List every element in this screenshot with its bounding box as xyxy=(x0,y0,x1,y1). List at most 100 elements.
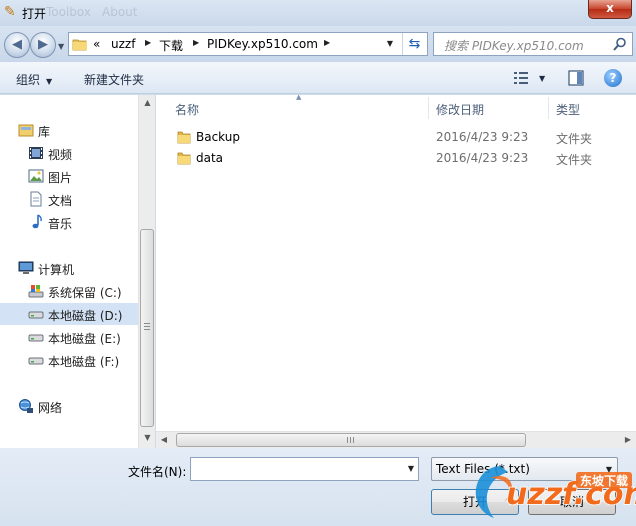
breadcrumb-overflow[interactable]: « xyxy=(93,37,100,51)
sidebar-item-videos[interactable]: 视频 xyxy=(0,142,138,164)
search-box[interactable]: 搜索 PIDKey.xp510.com xyxy=(433,32,633,56)
back-button[interactable]: ◀ xyxy=(4,32,30,58)
sidebar-item-label: 视频 xyxy=(48,148,73,162)
sidebar-item-label: 计算机 xyxy=(38,263,75,277)
sidebar-scrollbar[interactable]: ▲ ▼ xyxy=(138,95,155,448)
breadcrumb-uzzf[interactable]: uzzf xyxy=(111,37,135,51)
column-label: 名称 xyxy=(175,103,200,117)
sidebar-item-libraries[interactable]: 库 xyxy=(0,119,138,141)
organize-button[interactable]: 组织 ▼ xyxy=(16,71,52,88)
file-list-hscrollbar[interactable]: ◀ ▶ xyxy=(156,431,636,448)
computer-icon xyxy=(18,261,34,274)
column-header-date[interactable]: 修改日期 xyxy=(429,95,549,120)
folder-icon xyxy=(72,39,87,51)
chevron-right-icon[interactable]: ▶ xyxy=(193,38,199,47)
chevron-down-icon[interactable]: ▼ xyxy=(539,74,545,83)
column-label: 修改日期 xyxy=(436,103,485,117)
command-toolbar: 组织 ▼ 新建文件夹 ▼ ? xyxy=(0,62,636,94)
navigation-pane: 库 视频 图片 文档 音乐 计算机 系统保留 (C:) 本地磁盘 (D:) 本地… xyxy=(0,95,155,448)
view-options-icon[interactable] xyxy=(514,71,528,85)
library-icon xyxy=(18,124,34,137)
address-bar[interactable]: « uzzf ▶ 下载 ▶ PIDKey.xp510.com ▶ xyxy=(68,32,428,56)
sidebar-item-documents[interactable]: 文档 xyxy=(0,188,138,210)
uzzf-watermark-logo: uzzf.com 东坡下载 xyxy=(475,466,636,518)
chevron-right-icon[interactable]: ▶ xyxy=(145,38,151,47)
sidebar-item-label: 本地磁盘 (E:) xyxy=(48,332,121,346)
preview-pane-icon[interactable] xyxy=(568,70,584,86)
folder-icon xyxy=(177,152,191,165)
sidebar-item-drive-f[interactable]: 本地磁盘 (F:) xyxy=(0,349,138,371)
address-dropdown[interactable]: ▼ xyxy=(383,33,397,55)
search-icon[interactable] xyxy=(612,36,628,52)
sidebar-item-label: 本地磁盘 (D:) xyxy=(48,309,123,323)
picture-icon xyxy=(28,169,44,183)
video-icon xyxy=(29,147,43,159)
sidebar-item-label: 图片 xyxy=(48,171,73,185)
column-header-type[interactable]: 类型 xyxy=(549,95,636,120)
ghost-menu-about: About xyxy=(102,5,138,19)
column-header-name[interactable]: 名称 xyxy=(156,95,428,120)
file-type: 文件夹 xyxy=(556,153,593,167)
sidebar-item-label: 网络 xyxy=(38,401,63,415)
sidebar-item-pictures[interactable]: 图片 xyxy=(0,165,138,187)
file-name: data xyxy=(196,151,224,165)
sidebar-item-drive-d[interactable]: 本地磁盘 (D:) xyxy=(0,303,138,325)
sidebar-item-drive-e[interactable]: 本地磁盘 (E:) xyxy=(0,326,138,348)
scroll-down-icon[interactable]: ▼ xyxy=(139,430,156,446)
chevron-down-icon[interactable]: ▼ xyxy=(408,464,414,473)
title-bar: ✎ 打开 Toolbox About x xyxy=(0,0,636,26)
refresh-icon: ⇆ xyxy=(408,36,421,52)
file-name: Backup xyxy=(196,130,240,144)
column-label: 类型 xyxy=(556,103,581,117)
forward-arrow-icon: ▶ xyxy=(38,37,48,52)
sidebar-item-computer[interactable]: 计算机 xyxy=(0,257,138,279)
sidebar-item-label: 库 xyxy=(38,125,51,139)
scroll-up-icon[interactable]: ▲ xyxy=(139,95,156,111)
sidebar-item-music[interactable]: 音乐 xyxy=(0,211,138,233)
file-list: ▲ 名称 修改日期 类型 Backup 2016/4/23 9:23 文件夹 d… xyxy=(156,93,636,448)
filename-label: 文件名(N): xyxy=(128,465,187,479)
ghost-menu-toolbox: Toolbox xyxy=(46,5,91,19)
drive-icon xyxy=(28,334,44,342)
scrollbar-thumb[interactable] xyxy=(176,433,526,447)
filename-input[interactable]: ▼ xyxy=(190,457,419,481)
new-folder-button[interactable]: 新建文件夹 xyxy=(84,71,144,88)
file-row-backup[interactable]: Backup 2016/4/23 9:23 文件夹 xyxy=(156,127,636,148)
network-icon xyxy=(19,399,33,413)
drive-icon xyxy=(28,357,44,365)
chevron-right-icon[interactable]: ▶ xyxy=(324,38,330,47)
sidebar-item-label: 文档 xyxy=(48,194,73,208)
back-arrow-icon: ◀ xyxy=(12,37,22,52)
breadcrumb-pidkey[interactable]: PIDKey.xp510.com xyxy=(207,37,318,51)
sidebar-item-label: 本地磁盘 (F:) xyxy=(48,355,120,369)
forward-button[interactable]: ▶ xyxy=(30,32,56,58)
sidebar-item-network[interactable]: 网络 xyxy=(0,395,138,417)
app-icon: ✎ xyxy=(4,4,16,20)
document-icon xyxy=(30,191,42,207)
chevron-down-icon: ▼ xyxy=(46,77,53,86)
grip-icon xyxy=(347,437,355,443)
search-placeholder: 搜索 PIDKey.xp510.com xyxy=(444,39,584,53)
drive-icon xyxy=(28,311,44,319)
file-date: 2016/4/23 9:23 xyxy=(436,130,529,144)
breadcrumb-downloads[interactable]: 下载 xyxy=(159,37,183,54)
svg-text:东坡下载: 东坡下载 xyxy=(580,473,628,488)
sidebar-item-drive-c[interactable]: 系统保留 (C:) xyxy=(0,280,138,302)
refresh-button[interactable]: ⇆ xyxy=(402,33,426,55)
music-icon xyxy=(32,214,42,229)
close-button[interactable]: x xyxy=(588,0,632,19)
file-type: 文件夹 xyxy=(556,132,593,146)
file-date: 2016/4/23 9:23 xyxy=(436,151,529,165)
grip-icon xyxy=(144,323,150,331)
recent-pages-dropdown[interactable]: ▼ xyxy=(58,42,66,51)
organize-label: 组织 xyxy=(16,73,41,87)
folder-icon xyxy=(177,131,191,144)
window-title: 打开 xyxy=(22,7,47,21)
scroll-left-icon[interactable]: ◀ xyxy=(156,432,172,448)
scrollbar-thumb[interactable] xyxy=(140,229,154,427)
system-drive-icon xyxy=(28,285,44,298)
file-row-data[interactable]: data 2016/4/23 9:23 文件夹 xyxy=(156,148,636,169)
sidebar-item-label: 音乐 xyxy=(48,217,73,231)
scroll-right-icon[interactable]: ▶ xyxy=(620,432,636,448)
help-icon[interactable]: ? xyxy=(604,69,622,87)
